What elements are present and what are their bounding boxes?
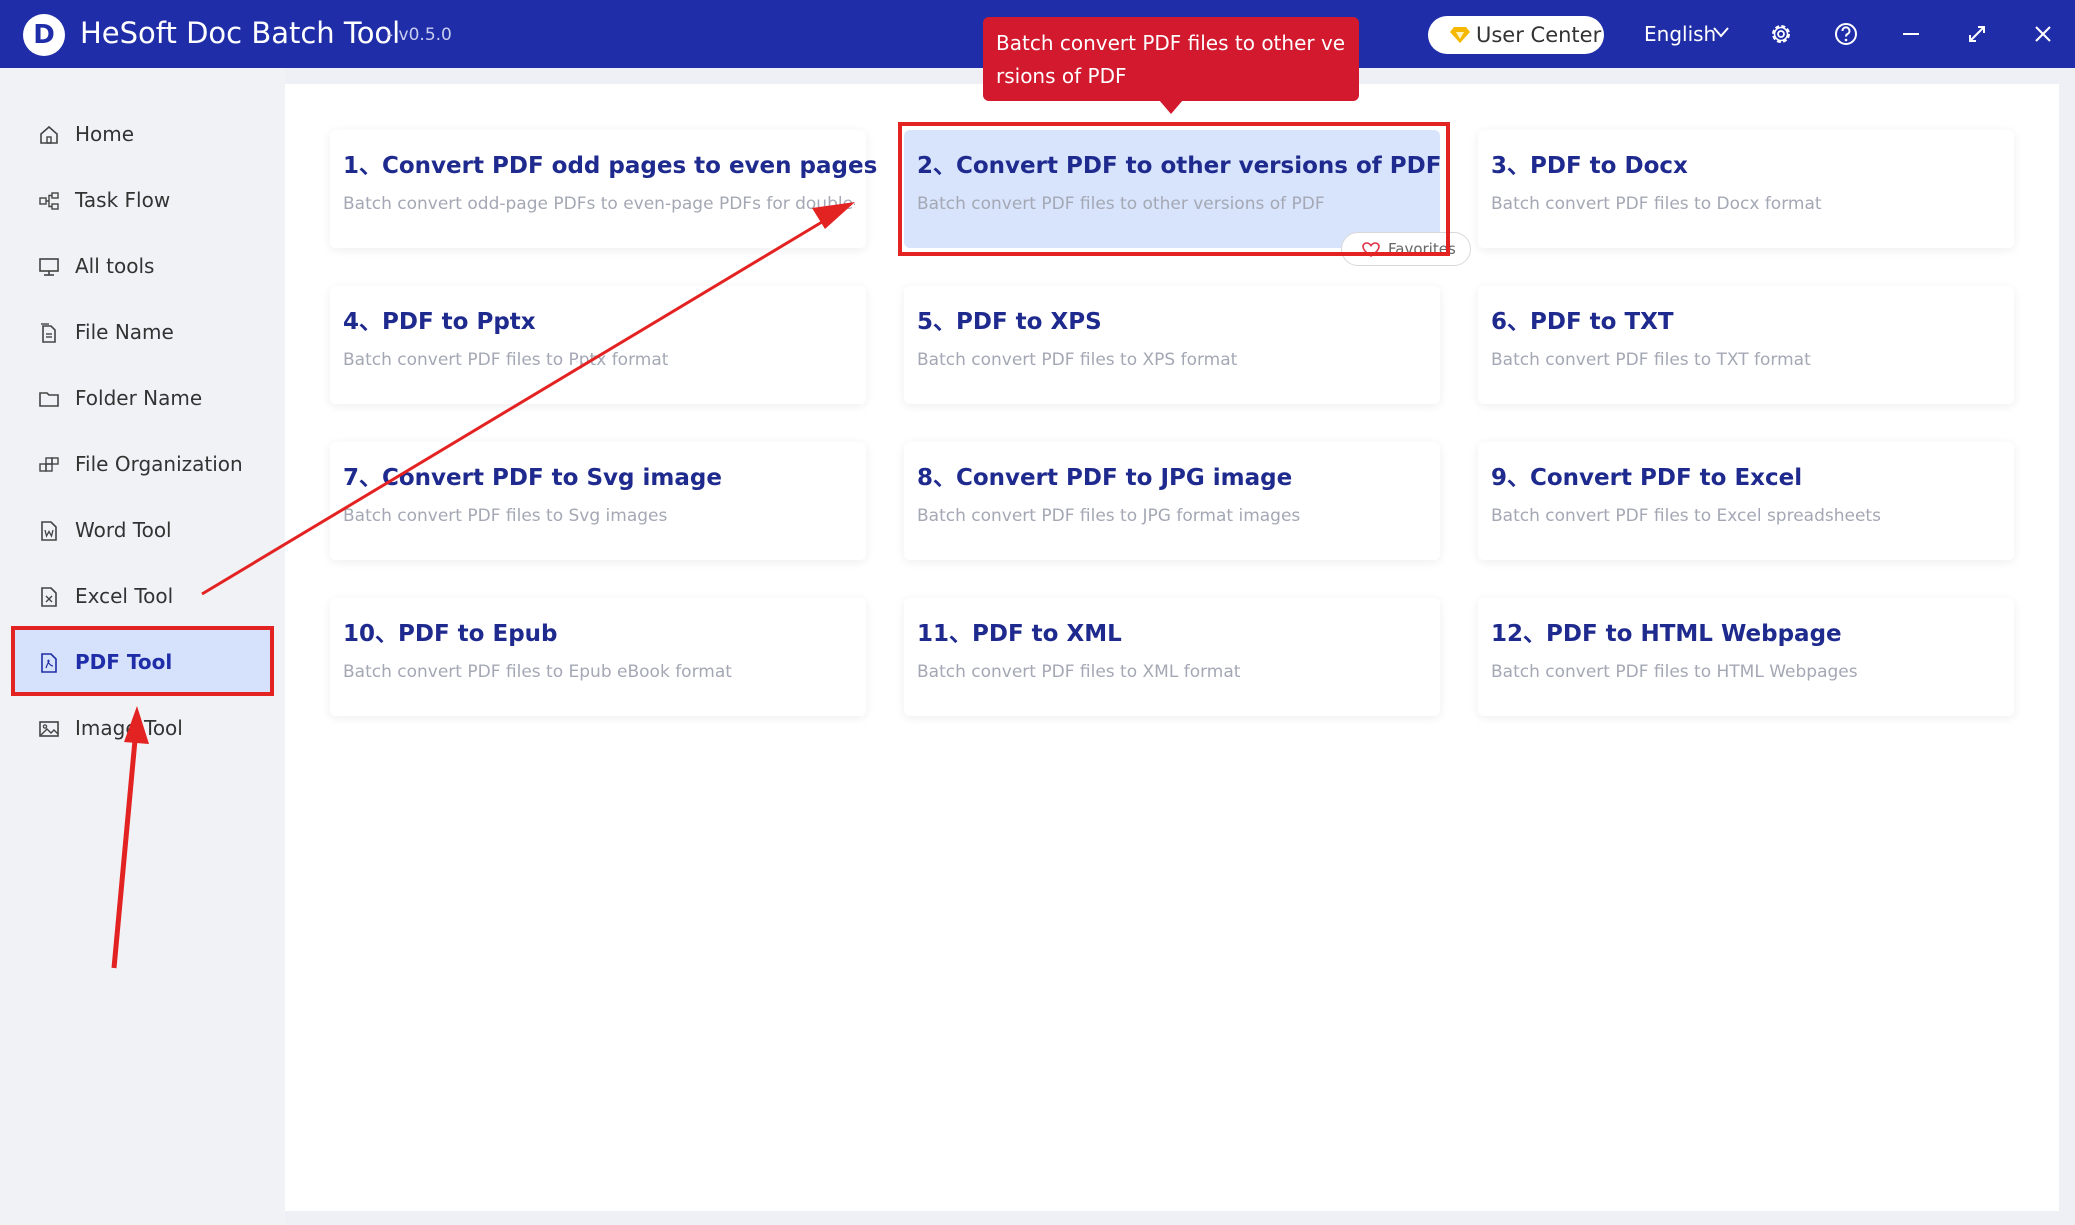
- annotation-arrows: [111, 202, 855, 969]
- annotation-arrow-to-pdf-tool: [111, 739, 138, 969]
- arrowhead-to-pdf-tool: [124, 706, 149, 744]
- annotation-arrow-to-card: [201, 214, 833, 596]
